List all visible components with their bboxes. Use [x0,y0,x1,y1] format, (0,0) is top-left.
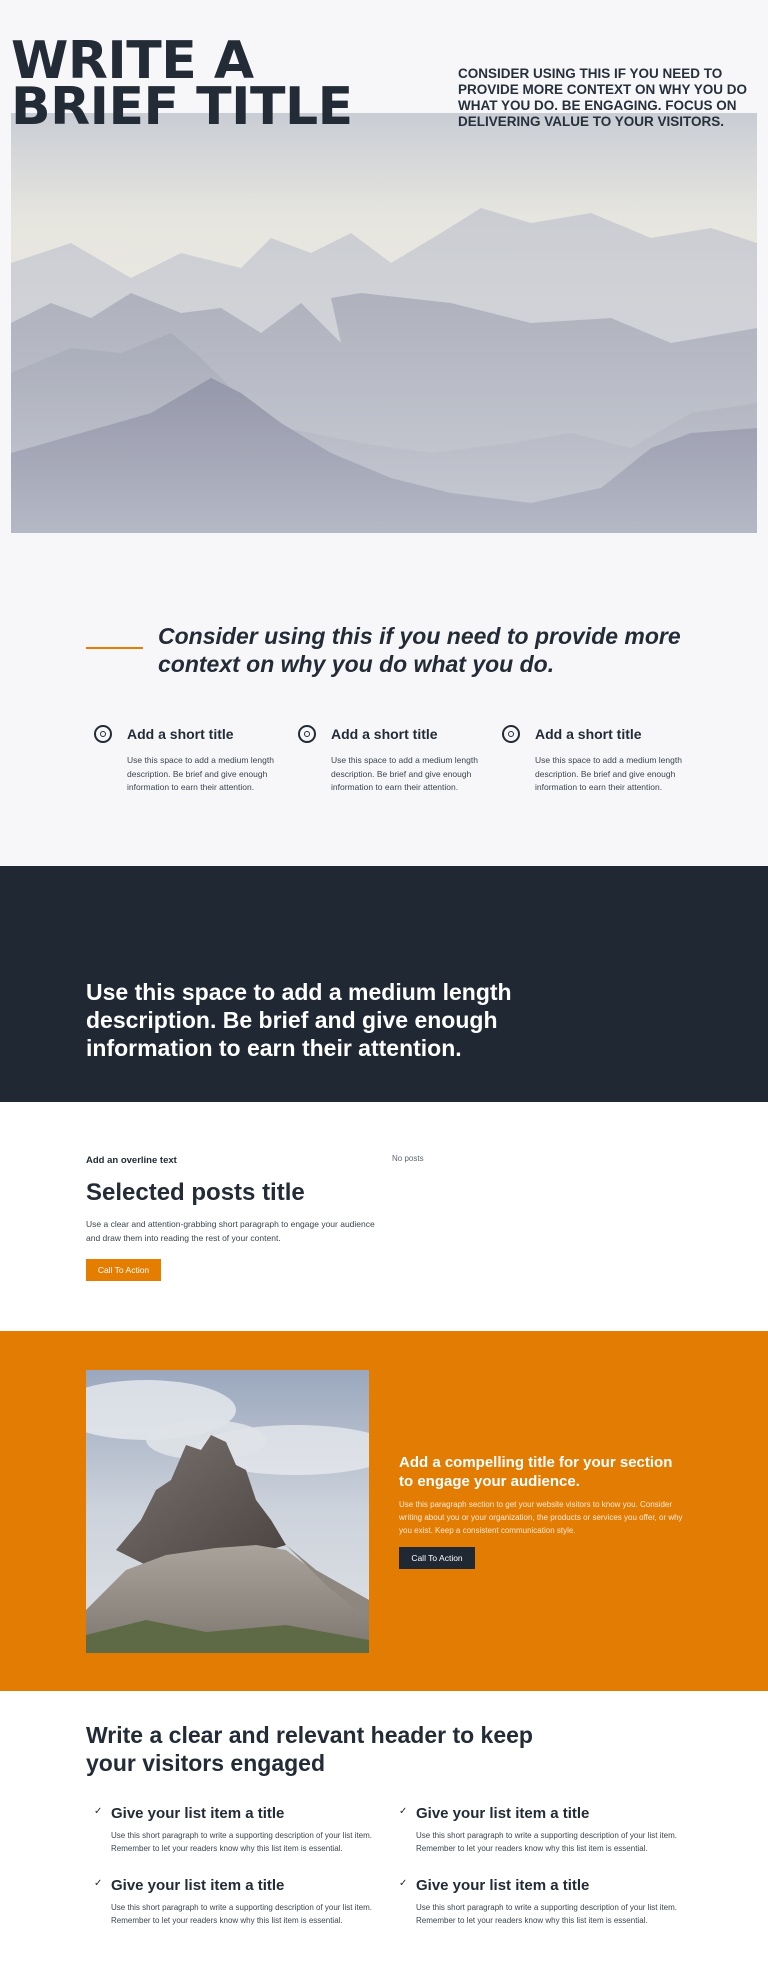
posts-title: Selected posts title [86,1179,305,1206]
promo-description: Use this paragraph section to get your w… [399,1500,683,1535]
feature-item: Add a short title Use this space to add … [94,724,307,795]
feature-title: Add a short title [535,726,642,742]
mountain-peak-image [86,1370,369,1653]
feature-item: Add a short title Use this space to add … [502,724,715,795]
posts-section: Add an overline text Selected posts titl… [0,1102,768,1331]
promo-section: Add a compelling title for your section … [0,1331,768,1691]
feature-title: Add a short title [127,726,234,742]
feature-description: Use this space to add a medium length de… [127,755,274,792]
list-item: ✓ Give your list item a title Use this s… [399,1804,686,1855]
accent-divider [86,647,143,649]
checkmark-icon: ✓ [94,1878,103,1889]
context-quote: Consider using this if you need to provi… [158,623,681,677]
list-item-title: Give your list item a title [111,1805,285,1822]
hero-title: WRITE A BRIEF TITLE [11,31,353,137]
promo-title: Add a compelling title for your section … [399,1454,673,1490]
feature-description: Use this space to add a medium length de… [331,755,478,792]
list-item: ✓ Give your list item a title Use this s… [399,1876,686,1927]
features-section: Consider using this if you need to provi… [0,560,768,866]
list-item-description: Use this short paragraph to write a supp… [111,1831,373,1853]
hero-mountain-image [11,113,757,533]
list-item-description: Use this short paragraph to write a supp… [416,1831,678,1853]
list-item: ✓ Give your list item a title Use this s… [94,1804,381,1855]
checkmark-icon: ✓ [399,1878,408,1889]
feature-item: Add a short title Use this space to add … [298,724,511,795]
overline-text: Add an overline text [86,1155,177,1166]
call-to-action-button[interactable]: Call To Action [86,1259,161,1281]
hero-section: WRITE A BRIEF TITLE CONSIDER USING THIS … [0,0,768,560]
dark-banner: Use this space to add a medium length de… [0,866,768,1102]
list-item-title: Give your list item a title [416,1877,590,1894]
list-section: Write a clear and relevant header to kee… [0,1691,768,1973]
banner-text: Use this space to add a medium length de… [86,979,512,1061]
target-icon [94,725,112,743]
posts-description: Use a clear and attention-grabbing short… [86,1219,375,1243]
target-icon [502,725,520,743]
feature-description: Use this space to add a medium length de… [535,755,682,792]
list-item-title: Give your list item a title [111,1877,285,1894]
checkmark-icon: ✓ [94,1806,103,1817]
list-item: ✓ Give your list item a title Use this s… [94,1876,381,1927]
no-posts-message: No posts [392,1154,424,1163]
list-header: Write a clear and relevant header to kee… [86,1722,533,1776]
target-icon [298,725,316,743]
checkmark-icon: ✓ [399,1806,408,1817]
hero-side-text: CONSIDER USING THIS IF YOU NEED TO PROVI… [458,66,748,129]
feature-title: Add a short title [331,726,438,742]
promo-call-to-action-button[interactable]: Call To Action [399,1547,475,1569]
list-item-title: Give your list item a title [416,1805,590,1822]
list-item-description: Use this short paragraph to write a supp… [416,1903,678,1925]
list-item-description: Use this short paragraph to write a supp… [111,1903,373,1925]
